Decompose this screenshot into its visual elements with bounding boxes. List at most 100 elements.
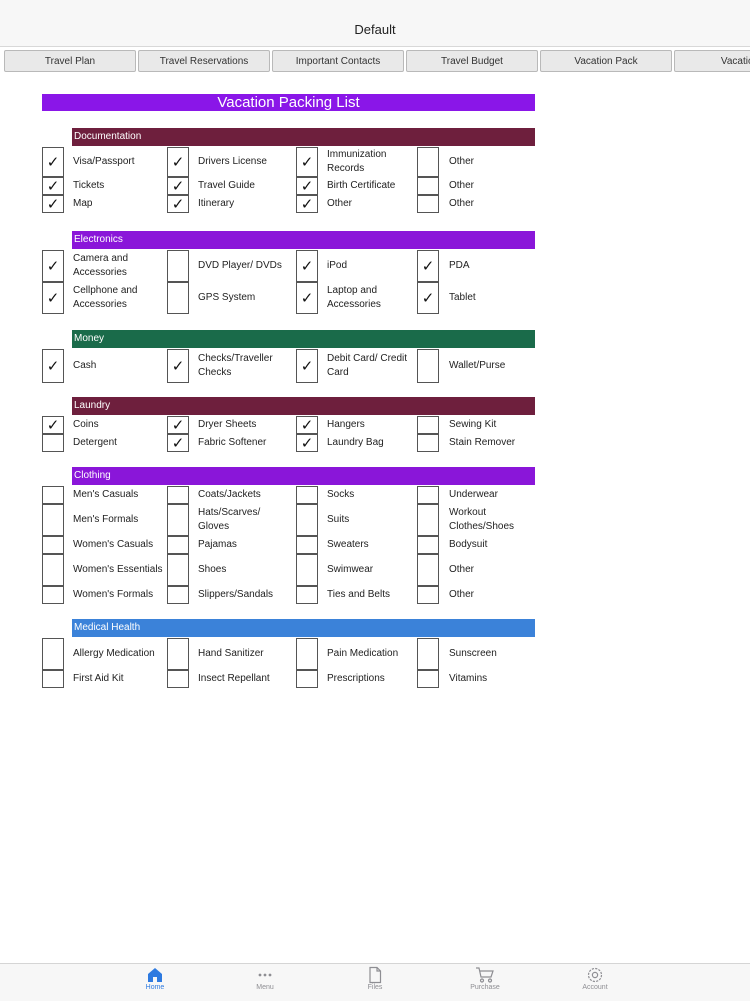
- checkbox[interactable]: [42, 504, 64, 536]
- checkbox[interactable]: [167, 282, 189, 314]
- checkbox[interactable]: [296, 486, 318, 504]
- checkbox[interactable]: ✓: [167, 147, 189, 177]
- checkbox[interactable]: [296, 504, 318, 536]
- checkbox[interactable]: ✓: [296, 434, 318, 452]
- nav-files[interactable]: Files: [335, 966, 415, 991]
- item-label: Prescriptions: [327, 673, 385, 684]
- tab-travel-plan[interactable]: Travel Plan: [4, 50, 136, 72]
- checkbox[interactable]: [296, 554, 318, 586]
- checkbox[interactable]: [42, 486, 64, 504]
- item-label: Swimwear: [327, 564, 374, 575]
- item-label: Hats/Scarves/ Gloves: [198, 507, 261, 532]
- checkbox[interactable]: [42, 536, 64, 554]
- checkbox[interactable]: ✓: [296, 250, 318, 282]
- checkbox[interactable]: [417, 349, 439, 383]
- file-icon: [369, 966, 382, 984]
- checkbox[interactable]: ✓: [296, 349, 318, 383]
- nav-menu-label: Menu: [256, 984, 274, 991]
- checkbox[interactable]: [417, 486, 439, 504]
- checkbox[interactable]: [167, 250, 189, 282]
- sheet-title: Vacation Packing List: [42, 94, 535, 111]
- section-header: Documentation: [72, 128, 535, 146]
- checkbox[interactable]: ✓: [417, 250, 439, 282]
- checkbox[interactable]: [42, 586, 64, 604]
- checkbox[interactable]: ✓: [167, 416, 189, 434]
- nav-home[interactable]: Home: [115, 966, 195, 991]
- tab-vacation[interactable]: Vacation: [674, 50, 750, 72]
- item-label: Socks: [327, 489, 355, 500]
- checkbox[interactable]: [42, 434, 64, 452]
- checkbox[interactable]: ✓: [167, 349, 189, 383]
- checkbox[interactable]: ✓: [42, 250, 64, 282]
- checkbox[interactable]: [167, 586, 189, 604]
- tab-travel-budget[interactable]: Travel Budget: [406, 50, 538, 72]
- checkbox[interactable]: [417, 554, 439, 586]
- checkbox[interactable]: ✓: [42, 416, 64, 434]
- checkbox[interactable]: [296, 638, 318, 670]
- item-label: Bodysuit: [449, 539, 488, 550]
- checkbox[interactable]: [42, 670, 64, 688]
- checkbox[interactable]: [417, 504, 439, 536]
- tab-travel-reservations[interactable]: Travel Reservations: [138, 50, 270, 72]
- item-label: iPod: [327, 260, 348, 271]
- checkbox[interactable]: ✓: [296, 195, 318, 213]
- checkbox[interactable]: [417, 670, 439, 688]
- item-label: Coats/Jackets: [198, 489, 261, 500]
- item-label: Coins: [73, 419, 99, 430]
- checkbox[interactable]: [42, 554, 64, 586]
- checkbox[interactable]: ✓: [296, 177, 318, 195]
- item-label: Shoes: [198, 564, 227, 575]
- checkbox[interactable]: [417, 586, 439, 604]
- tab-important-contacts[interactable]: Important Contacts: [272, 50, 404, 72]
- item-label: Other: [449, 198, 475, 209]
- item-label: Laundry Bag: [327, 437, 384, 448]
- nav-purchase[interactable]: Purchase: [445, 966, 525, 991]
- checkbox[interactable]: [417, 434, 439, 452]
- nav-account[interactable]: Account: [555, 966, 635, 991]
- item-label: Visa/Passport: [73, 156, 135, 167]
- checkbox[interactable]: ✓: [42, 349, 64, 383]
- checkbox[interactable]: [417, 536, 439, 554]
- item-label: Insect Repellant: [198, 673, 270, 684]
- checkbox[interactable]: [42, 638, 64, 670]
- checkbox[interactable]: [167, 670, 189, 688]
- item-label: Ties and Belts: [327, 589, 390, 600]
- checkbox[interactable]: ✓: [167, 195, 189, 213]
- checkbox[interactable]: [417, 638, 439, 670]
- checkbox[interactable]: [417, 147, 439, 177]
- window-title: Default: [354, 22, 396, 37]
- checkbox[interactable]: [167, 554, 189, 586]
- checkbox[interactable]: [167, 486, 189, 504]
- section-header: Laundry: [72, 397, 535, 415]
- checkbox[interactable]: [167, 638, 189, 670]
- checkbox[interactable]: ✓: [296, 416, 318, 434]
- sheet-tabs: Travel Plan Travel Reservations Importan…: [4, 50, 750, 74]
- checkbox[interactable]: ✓: [42, 195, 64, 213]
- checkbox[interactable]: ✓: [42, 147, 64, 177]
- item-label: Sunscreen: [449, 648, 497, 659]
- checkbox[interactable]: [167, 536, 189, 554]
- checkbox[interactable]: ✓: [167, 434, 189, 452]
- checkbox[interactable]: ✓: [42, 282, 64, 314]
- item-label: Detergent: [73, 437, 117, 448]
- checkbox[interactable]: ✓: [296, 282, 318, 314]
- checkbox[interactable]: [296, 536, 318, 554]
- checkbox[interactable]: [417, 177, 439, 195]
- checkbox[interactable]: ✓: [42, 177, 64, 195]
- checkbox[interactable]: [296, 586, 318, 604]
- checkbox[interactable]: [296, 670, 318, 688]
- checkbox[interactable]: [167, 504, 189, 536]
- checkbox[interactable]: [417, 195, 439, 213]
- checkbox[interactable]: [417, 416, 439, 434]
- checkbox[interactable]: ✓: [296, 147, 318, 177]
- nav-home-label: Home: [145, 984, 165, 991]
- checkbox[interactable]: ✓: [417, 282, 439, 314]
- item-label: PDA: [449, 260, 470, 271]
- item-label: Men's Formals: [73, 514, 139, 525]
- item-label: Itinerary: [198, 198, 235, 209]
- bottom-tab-bar: Home Menu Files Purchase Account: [0, 963, 750, 1001]
- tab-vacation-pack[interactable]: Vacation Pack: [540, 50, 672, 72]
- checkbox[interactable]: ✓: [167, 177, 189, 195]
- item-label: Birth Certificate: [327, 180, 396, 191]
- nav-menu[interactable]: Menu: [225, 966, 305, 991]
